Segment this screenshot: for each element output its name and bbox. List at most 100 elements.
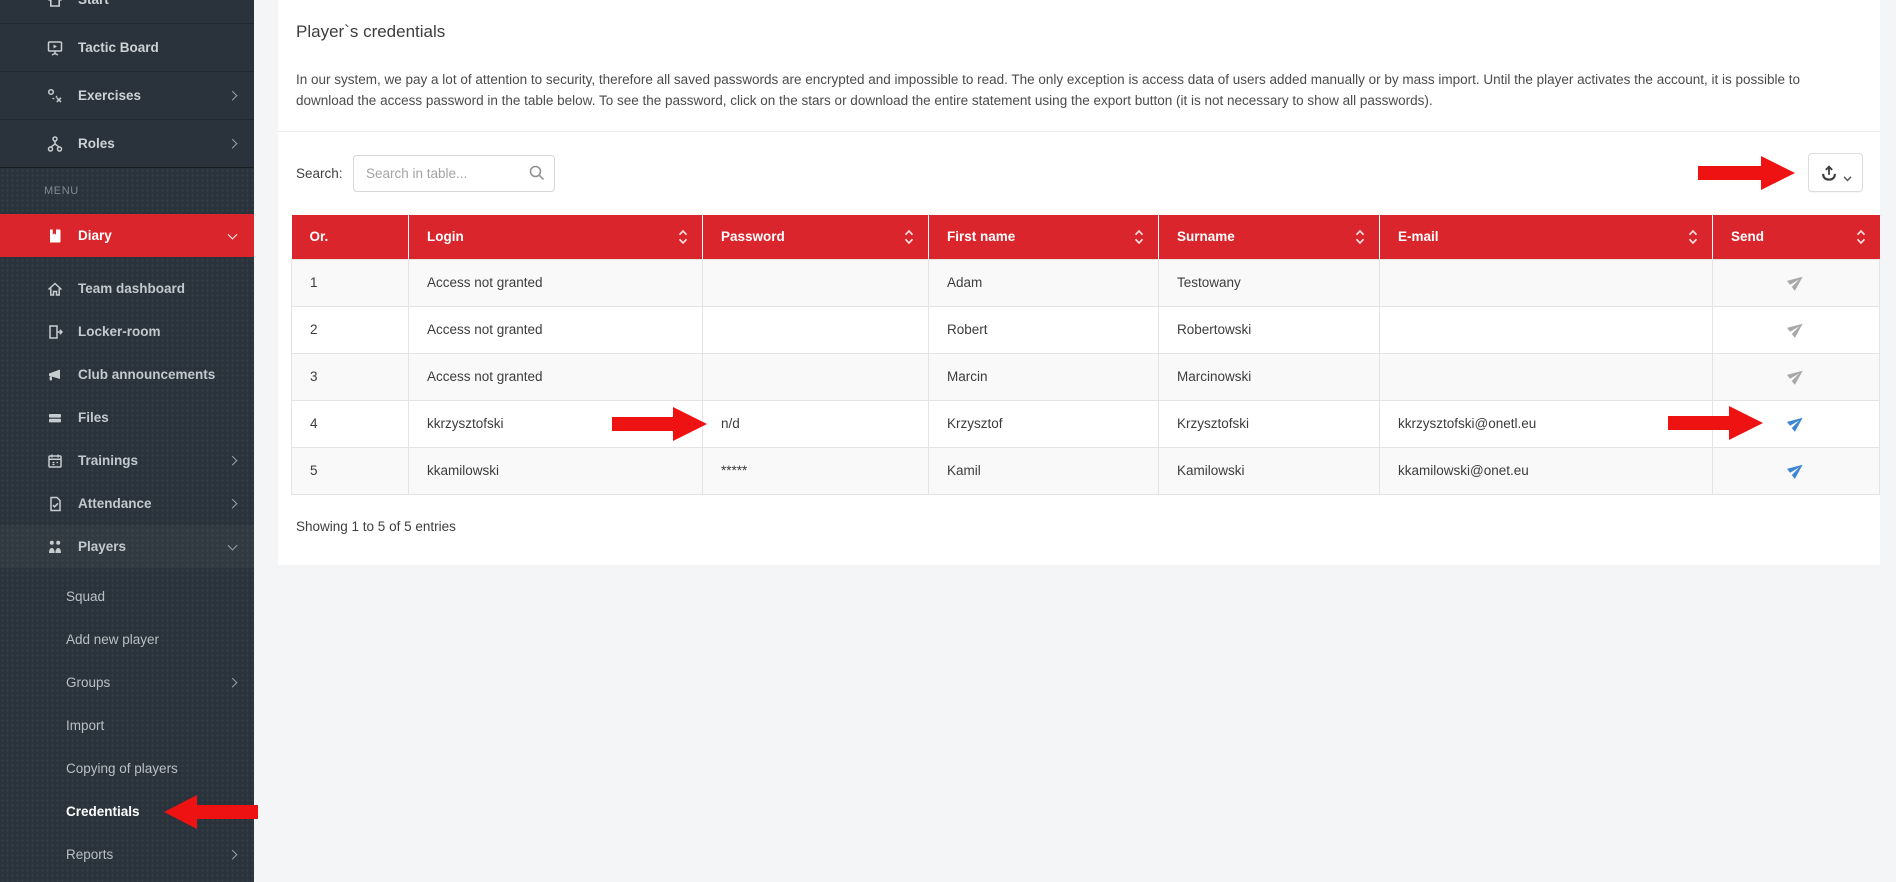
annotation-arrow-credentials xyxy=(164,795,258,829)
table-header-row: Or. Login Password First name Surname E-… xyxy=(292,215,1880,259)
annotation-arrow-send xyxy=(1668,406,1763,440)
send-plane-icon[interactable] xyxy=(1788,414,1805,431)
annotation-arrow-password xyxy=(612,407,707,441)
cell-first-name: Kamil xyxy=(929,447,1159,494)
cell-send xyxy=(1713,306,1880,353)
chevron-right-icon xyxy=(228,498,238,508)
players-icon xyxy=(46,538,64,556)
door-exit-icon xyxy=(46,323,64,341)
send-plane-icon[interactable] xyxy=(1788,461,1805,478)
diary-submenu: Team dashboard Locker-room Club announce… xyxy=(0,257,254,568)
cell-surname: Marcinowski xyxy=(1159,353,1380,400)
sidebar-item-roles[interactable]: Roles xyxy=(0,120,254,168)
cell-first-name: Marcin xyxy=(929,353,1159,400)
sidebar-item-label: Diary xyxy=(78,228,112,243)
chevron-down-icon xyxy=(228,540,238,550)
export-icon xyxy=(1820,164,1838,182)
column-header-first-name[interactable]: First name xyxy=(929,215,1159,259)
cell-email xyxy=(1380,259,1713,306)
sort-icon[interactable] xyxy=(1856,229,1866,244)
cell-password xyxy=(703,306,929,353)
table-entries-summary: Showing 1 to 5 of 5 entries xyxy=(296,519,456,534)
table-row: 2 Access not granted Robert Robertowski xyxy=(292,306,1880,353)
attendance-check-icon xyxy=(46,495,64,513)
sidebar-item-diary[interactable]: Diary xyxy=(0,214,254,257)
chevron-right-icon xyxy=(228,90,238,100)
diary-book-icon xyxy=(46,227,64,245)
column-header-login[interactable]: Login xyxy=(409,215,703,259)
sidebar-item-squad[interactable]: Squad xyxy=(0,575,254,618)
search-input[interactable] xyxy=(353,155,555,192)
cell-password[interactable]: n/d xyxy=(703,400,929,447)
chevron-down-icon xyxy=(228,229,238,239)
sidebar-item-trainings[interactable]: Trainings xyxy=(0,439,254,482)
send-plane-icon[interactable] xyxy=(1788,367,1805,384)
home-outline-icon xyxy=(46,280,64,298)
column-header-email[interactable]: E-mail xyxy=(1380,215,1713,259)
cell-password[interactable]: ***** xyxy=(703,447,929,494)
sidebar-item-label: Roles xyxy=(78,136,115,151)
sidebar-item-label: Tactic Board xyxy=(78,40,159,55)
sidebar-item-files[interactable]: Files xyxy=(0,396,254,439)
megaphone-icon xyxy=(46,366,64,384)
players-submenu: Squad Add new player Groups Import Copyi… xyxy=(0,568,254,876)
files-stack-icon xyxy=(46,409,64,427)
send-plane-icon[interactable] xyxy=(1788,320,1805,337)
sidebar-item-copying-of-players[interactable]: Copying of players xyxy=(0,747,254,790)
cell-email xyxy=(1380,353,1713,400)
sidebar-item-label: Start xyxy=(78,0,109,7)
sidebar-item-club-announcements[interactable]: Club announcements xyxy=(0,353,254,396)
table-row: 4 kkrzysztofski n/d Krzysztof Krzysztofs… xyxy=(292,400,1880,447)
cell-login: Access not granted xyxy=(409,259,703,306)
cell-or: 3 xyxy=(292,353,409,400)
sidebar: Start Tactic Board Exercises Roles MENU xyxy=(0,0,254,882)
send-plane-icon[interactable] xyxy=(1788,273,1805,290)
menu-section-label: MENU xyxy=(0,168,254,214)
sidebar-item-team-dashboard[interactable]: Team dashboard xyxy=(0,267,254,310)
cell-send xyxy=(1713,447,1880,494)
sort-icon[interactable] xyxy=(1355,229,1365,244)
cell-first-name: Robert xyxy=(929,306,1159,353)
cell-send xyxy=(1713,259,1880,306)
search-label: Search: xyxy=(296,155,343,192)
column-header-surname[interactable]: Surname xyxy=(1159,215,1380,259)
cell-email: kkamilowski@onet.eu xyxy=(1380,447,1713,494)
page-description: In our system, we pay a lot of attention… xyxy=(296,70,1856,111)
sidebar-item-add-new-player[interactable]: Add new player xyxy=(0,618,254,661)
column-header-or: Or. xyxy=(292,215,409,259)
sort-icon[interactable] xyxy=(904,229,914,244)
cell-password xyxy=(703,259,929,306)
calendar-icon xyxy=(46,452,64,470)
sidebar-item-reports[interactable]: Reports xyxy=(0,833,254,876)
chevron-right-icon xyxy=(228,677,238,687)
sidebar-item-tactic-board[interactable]: Tactic Board xyxy=(0,24,254,72)
sidebar-item-groups[interactable]: Groups xyxy=(0,661,254,704)
chevron-right-icon xyxy=(228,455,238,465)
annotation-arrow-export xyxy=(1698,156,1795,190)
sort-icon[interactable] xyxy=(678,229,688,244)
sidebar-item-locker-room[interactable]: Locker-room xyxy=(0,310,254,353)
sidebar-item-start[interactable]: Start xyxy=(0,0,254,24)
table-row: 5 kkamilowski ***** Kamil Kamilowski kka… xyxy=(292,447,1880,494)
sidebar-item-import[interactable]: Import xyxy=(0,704,254,747)
sidebar-item-attendance[interactable]: Attendance xyxy=(0,482,254,525)
cell-password xyxy=(703,353,929,400)
column-header-send[interactable]: Send xyxy=(1713,215,1880,259)
cell-surname: Robertowski xyxy=(1159,306,1380,353)
export-button[interactable] xyxy=(1808,153,1863,192)
cell-email: kkrzysztofski@onetl.eu xyxy=(1380,400,1713,447)
sort-icon[interactable] xyxy=(1134,229,1144,244)
cell-email xyxy=(1380,306,1713,353)
cell-first-name: Krzysztof xyxy=(929,400,1159,447)
sidebar-item-exercises[interactable]: Exercises xyxy=(0,72,254,120)
strategy-icon xyxy=(46,87,64,105)
chevron-down-icon xyxy=(1843,170,1852,176)
cell-login: Access not granted xyxy=(409,353,703,400)
column-header-password[interactable]: Password xyxy=(703,215,929,259)
table-row: 1 Access not granted Adam Testowany xyxy=(292,259,1880,306)
search-box xyxy=(353,155,555,192)
sidebar-top-nav: Start Tactic Board Exercises Roles xyxy=(0,0,254,168)
cell-or: 4 xyxy=(292,400,409,447)
sort-icon[interactable] xyxy=(1688,229,1698,244)
sidebar-item-players[interactable]: Players xyxy=(0,525,254,568)
